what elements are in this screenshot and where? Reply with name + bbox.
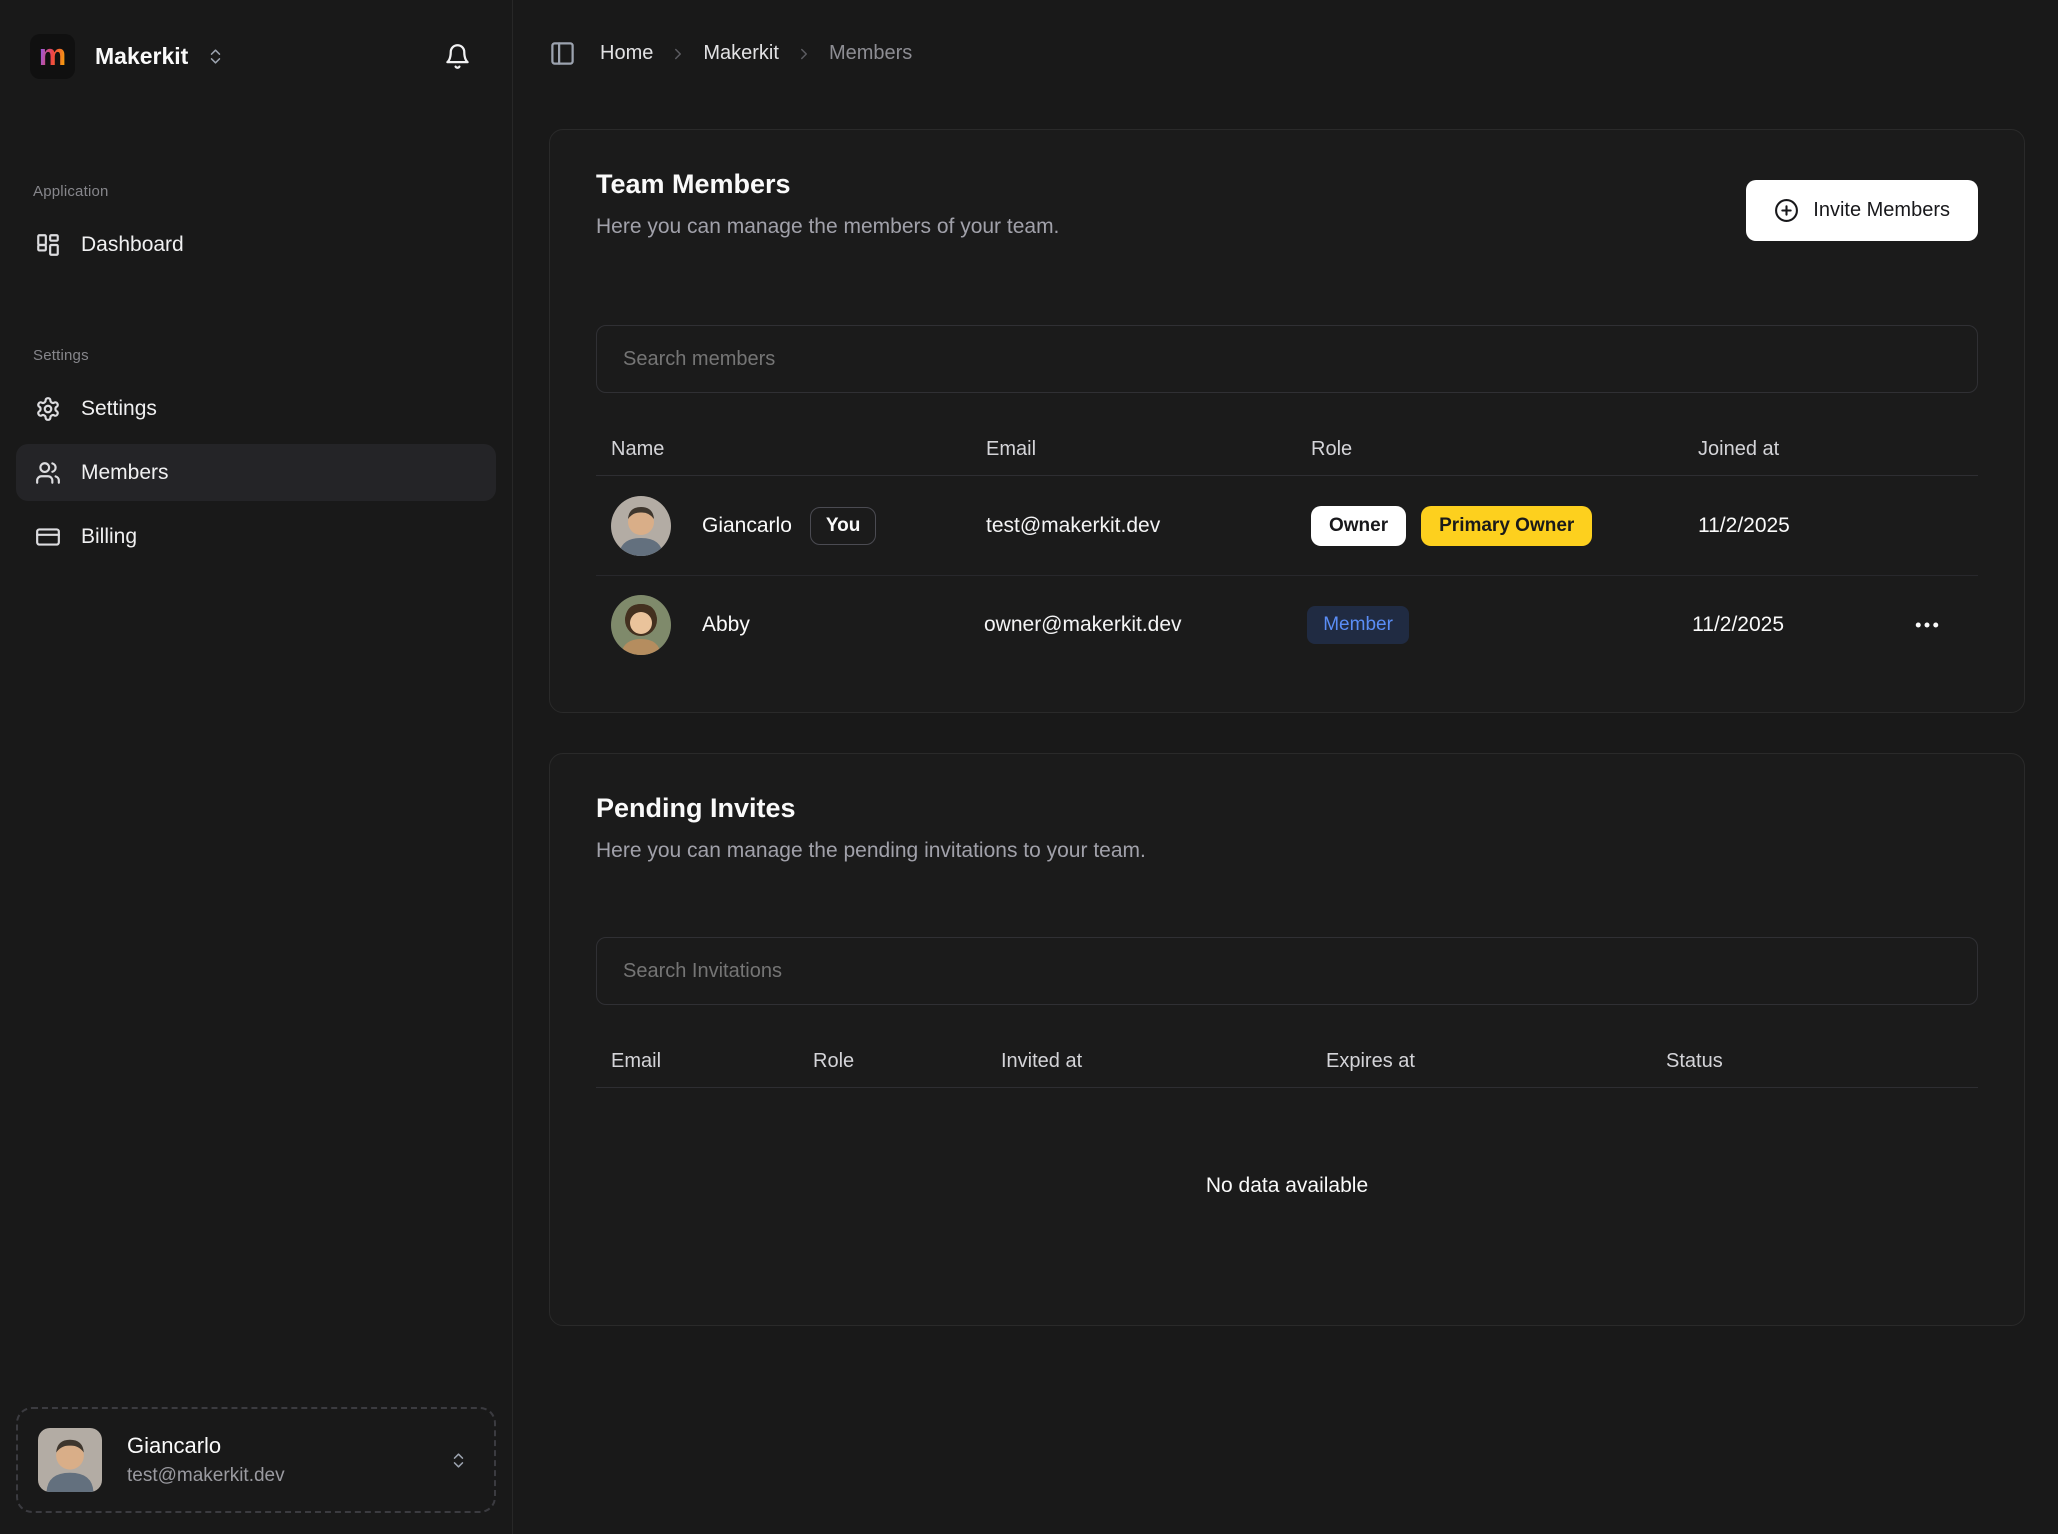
member-name: Giancarlo (702, 514, 792, 538)
search-invitations-input[interactable] (596, 937, 1978, 1005)
invite-members-button[interactable]: Invite Members (1746, 180, 1978, 241)
member-joined-at: 11/2/2025 (1698, 514, 1913, 538)
user-info: Giancarlo test@makerkit.dev (127, 1433, 285, 1487)
chevrons-up-down-icon (449, 1449, 468, 1472)
pending-invites-subtitle: Here you can manage the pending invitati… (596, 839, 1146, 863)
notifications-button[interactable] (444, 43, 471, 70)
team-members-card: Team Members Here you can manage the mem… (549, 129, 2025, 713)
sidebar-item-settings[interactable]: Settings (16, 380, 496, 437)
breadcrumb-home[interactable]: Home (600, 42, 653, 65)
team-members-title: Team Members (596, 168, 1059, 200)
pending-invites-title: Pending Invites (596, 792, 1146, 824)
member-joined-at: 11/2/2025 (1692, 613, 1906, 637)
pending-invites-card: Pending Invites Here you can manage the … (549, 753, 2025, 1326)
chevrons-up-down-icon (206, 45, 225, 68)
top-bar: Home Makerkit Members (513, 0, 2058, 67)
sidebar-item-billing[interactable]: Billing (16, 508, 496, 565)
sidebar-toggle-button[interactable] (549, 40, 576, 67)
sidebar-header: m Makerkit (0, 0, 512, 79)
nav-section-application: Application (33, 183, 496, 200)
pending-invites-titles: Pending Invites Here you can manage the … (596, 792, 1146, 863)
ellipsis-horizontal-icon (1912, 610, 1942, 640)
team-members-table-header: Name Email Role Joined at (596, 423, 1978, 476)
column-header-invited-at: Invited at (1001, 1050, 1326, 1073)
column-header-role: Role (1311, 438, 1698, 461)
avatar (611, 496, 671, 556)
primary-owner-badge: Primary Owner (1421, 506, 1592, 546)
team-members-titles: Team Members Here you can manage the mem… (596, 168, 1059, 239)
user-avatar (38, 1428, 102, 1492)
empty-state-message: No data available (596, 1088, 1978, 1198)
member-role-cell: Owner Primary Owner (1311, 506, 1698, 546)
pending-invites-table: Email Role Invited at Expires at Status … (596, 1035, 1978, 1198)
team-members-subtitle: Here you can manage the members of your … (596, 215, 1059, 239)
member-email: owner@makerkit.dev (984, 613, 1307, 637)
panel-left-icon (549, 40, 576, 67)
team-members-header: Team Members Here you can manage the mem… (596, 168, 1978, 241)
workspace-selector[interactable]: m Makerkit (30, 34, 225, 79)
sidebar-item-label: Dashboard (81, 233, 184, 257)
sidebar-item-members[interactable]: Members (16, 444, 496, 501)
table-row-giancarlo: Giancarlo You test@makerkit.dev Owner Pr… (596, 476, 1978, 575)
member-role-cell: Member (1307, 606, 1692, 644)
column-header-email: Email (986, 438, 1311, 461)
sidebar: m Makerkit Application Dashboard Setting… (0, 0, 513, 1534)
column-header-role: Role (813, 1050, 1001, 1073)
member-actions-cell (1906, 604, 1978, 646)
breadcrumb: Home Makerkit Members (600, 42, 912, 65)
breadcrumb-members: Members (829, 42, 912, 65)
app-root: m Makerkit Application Dashboard Setting… (0, 0, 2058, 1534)
avatar-abby-image (611, 595, 671, 655)
user-email: test@makerkit.dev (127, 1465, 285, 1487)
gear-icon (35, 396, 61, 422)
column-header-name: Name (596, 438, 986, 461)
user-name: Giancarlo (127, 1433, 285, 1459)
sidebar-item-dashboard[interactable]: Dashboard (16, 216, 496, 273)
invite-members-label: Invite Members (1813, 199, 1950, 222)
sidebar-item-label: Billing (81, 525, 137, 549)
column-header-status: Status (1666, 1050, 1978, 1073)
search-members-input[interactable] (596, 325, 1978, 393)
member-name-cell: Abby (596, 595, 984, 655)
avatar-giancarlo-image (611, 496, 671, 556)
users-icon (35, 460, 61, 486)
workspace-name: Makerkit (95, 43, 188, 70)
member-badge: Member (1307, 606, 1409, 644)
sidebar-nav: Application Dashboard Settings Settings … (0, 183, 512, 565)
column-header-email: Email (596, 1050, 813, 1073)
nav-section-settings: Settings (33, 347, 496, 364)
pending-invites-header: Pending Invites Here you can manage the … (596, 792, 1978, 863)
breadcrumb-makerkit[interactable]: Makerkit (703, 42, 779, 65)
plus-circle-icon (1774, 198, 1799, 223)
member-name-cell: Giancarlo You (596, 496, 986, 556)
column-header-expires-at: Expires at (1326, 1050, 1666, 1073)
row-menu-button[interactable] (1906, 604, 1948, 646)
owner-badge: Owner (1311, 506, 1406, 546)
avatar-giancarlo-image (38, 1428, 102, 1492)
chevron-right-icon (669, 45, 687, 63)
main-content: Home Makerkit Members Team Members Here … (513, 0, 2058, 1534)
sidebar-item-label: Settings (81, 397, 157, 421)
pending-invites-table-header: Email Role Invited at Expires at Status (596, 1035, 1978, 1088)
member-email: test@makerkit.dev (986, 514, 1311, 538)
table-row-abby: Abby owner@makerkit.dev Member 11/2/2025 (596, 575, 1978, 674)
sidebar-item-label: Members (81, 461, 169, 485)
layout-dashboard-icon (35, 232, 61, 258)
column-header-joined-at: Joined at (1698, 438, 1913, 461)
makerkit-logo: m (30, 34, 75, 79)
team-members-table: Name Email Role Joined at (596, 423, 1978, 674)
bell-icon (444, 43, 471, 70)
you-badge: You (810, 507, 876, 545)
avatar (611, 595, 671, 655)
logo-letter: m (39, 39, 67, 70)
user-menu[interactable]: Giancarlo test@makerkit.dev (16, 1407, 496, 1513)
chevron-right-icon (795, 45, 813, 63)
member-name: Abby (702, 613, 750, 637)
credit-card-icon (35, 524, 61, 550)
